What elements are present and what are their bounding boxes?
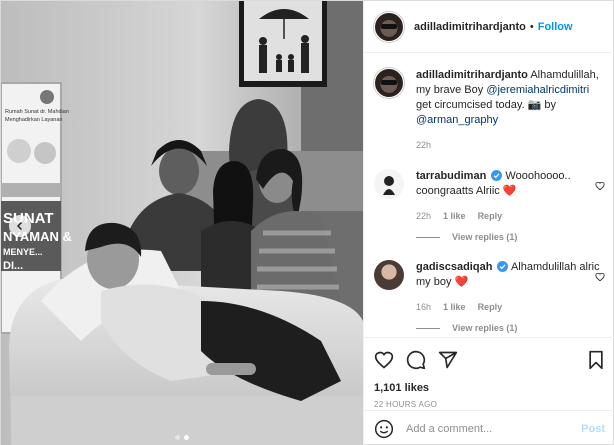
comment-like-button[interactable]: [595, 181, 605, 194]
caption-mention-2[interactable]: @arman_graphy: [416, 114, 498, 126]
save-button[interactable]: [587, 350, 605, 370]
view-replies-line: [416, 327, 440, 329]
caption-text-2: get circumcised today. 📷 by: [416, 99, 557, 111]
comment-meta: 16h 1 like Reply: [416, 300, 605, 315]
comment-username[interactable]: gadiscsadiqah: [416, 261, 492, 273]
comment-button[interactable]: [406, 350, 426, 370]
post-side-panel: adilladimitrihardjanto • Follow adilladi…: [363, 1, 614, 445]
heart-icon: [374, 351, 394, 369]
heart-icon: [595, 181, 605, 191]
share-icon: [438, 351, 458, 369]
comment-icon: [406, 350, 426, 370]
comment-item: tarrabudiman Wooohoooo.. coongraatts Alr…: [374, 169, 605, 224]
like-button[interactable]: [374, 350, 394, 370]
post-comment-button[interactable]: Post: [581, 423, 605, 435]
share-button[interactable]: [438, 350, 458, 370]
commenter-avatar-image: [383, 176, 395, 195]
commenter-avatar[interactable]: [374, 169, 404, 199]
banner-line-2: Menghadirkan Layanan: [5, 117, 63, 123]
likes-count[interactable]: 1,101 likes: [374, 382, 605, 394]
comment-username[interactable]: tarrabudiman: [416, 170, 486, 182]
view-replies-label: View replies (1): [452, 232, 518, 242]
save-icon: [589, 350, 603, 370]
caption-avatar[interactable]: [374, 68, 404, 98]
carousel-prev-button[interactable]: [9, 215, 31, 237]
view-replies-button[interactable]: View replies (1): [416, 323, 605, 333]
comment-like-button[interactable]: [595, 272, 605, 285]
emoji-icon: [374, 419, 394, 438]
action-icon-row: [374, 348, 605, 372]
comment-like-count[interactable]: 1 like: [443, 209, 466, 224]
commenter-avatar[interactable]: [374, 260, 404, 290]
carousel-indicator: [1, 435, 363, 440]
caption-meta: 22h: [416, 138, 605, 153]
comment-item: gadiscsadiqah Alhamdulillah alric my boy…: [374, 260, 605, 315]
comment-body: gadiscsadiqah Alhamdulillah alric my boy…: [416, 260, 605, 315]
caption: adilladimitrihardjanto Alhamdulillah, my…: [374, 68, 605, 153]
post-header: adilladimitrihardjanto • Follow: [364, 1, 614, 53]
post-photo[interactable]: Rumah Sunat dr. Mahdian Menghadirkan Lay…: [1, 1, 363, 445]
header-separator: •: [529, 20, 534, 33]
follow-button[interactable]: Follow: [538, 21, 573, 33]
comment-like-count[interactable]: 1 like: [443, 300, 466, 315]
add-comment-bar: Post: [364, 410, 614, 445]
carousel-dot: [175, 435, 180, 440]
view-replies-label: View replies (1): [452, 323, 518, 333]
post-timestamp[interactable]: 22 HOURS AGO: [374, 400, 605, 409]
family-photo-illustration: Rumah Sunat dr. Mahdian Menghadirkan Lay…: [1, 1, 363, 445]
author-avatar[interactable]: [374, 11, 404, 42]
post-actions: 1,101 likes 22 HOURS AGO: [364, 337, 614, 409]
author-username[interactable]: adilladimitrihardjanto: [414, 21, 526, 33]
heart-icon: [595, 272, 605, 282]
view-replies-button[interactable]: View replies (1): [416, 232, 605, 242]
caption-body: adilladimitrihardjanto Alhamdulillah, my…: [416, 68, 605, 153]
carousel-prev-icon: [16, 221, 23, 231]
emoji-button[interactable]: [374, 419, 394, 439]
verified-icon: [491, 170, 503, 181]
banner-big-4: DI...: [3, 260, 23, 272]
comment-input[interactable]: [406, 422, 582, 435]
comment-reply-button[interactable]: Reply: [478, 300, 503, 315]
caption-mention-1[interactable]: @jeremiahalricdimitri: [486, 84, 589, 96]
comment-reply-button[interactable]: Reply: [478, 209, 503, 224]
comment-meta: 22h 1 like Reply: [416, 209, 605, 224]
post-dialog: Rumah Sunat dr. Mahdian Menghadirkan Lay…: [0, 0, 614, 445]
comment-time[interactable]: 16h: [416, 300, 431, 315]
comments-list[interactable]: adilladimitrihardjanto Alhamdulillah, my…: [364, 54, 614, 337]
caption-time[interactable]: 22h: [416, 138, 431, 153]
view-replies-line: [416, 236, 440, 238]
comment-body: tarrabudiman Wooohoooo.. coongraatts Alr…: [416, 169, 605, 224]
verified-icon: [497, 261, 509, 272]
caption-username[interactable]: adilladimitrihardjanto: [416, 69, 528, 81]
carousel-dot-active: [184, 435, 189, 440]
banner-big-3: MENYE...: [3, 247, 43, 257]
banner-line-1: Rumah Sunat dr. Mahdian: [5, 109, 69, 115]
comment-time[interactable]: 22h: [416, 209, 431, 224]
